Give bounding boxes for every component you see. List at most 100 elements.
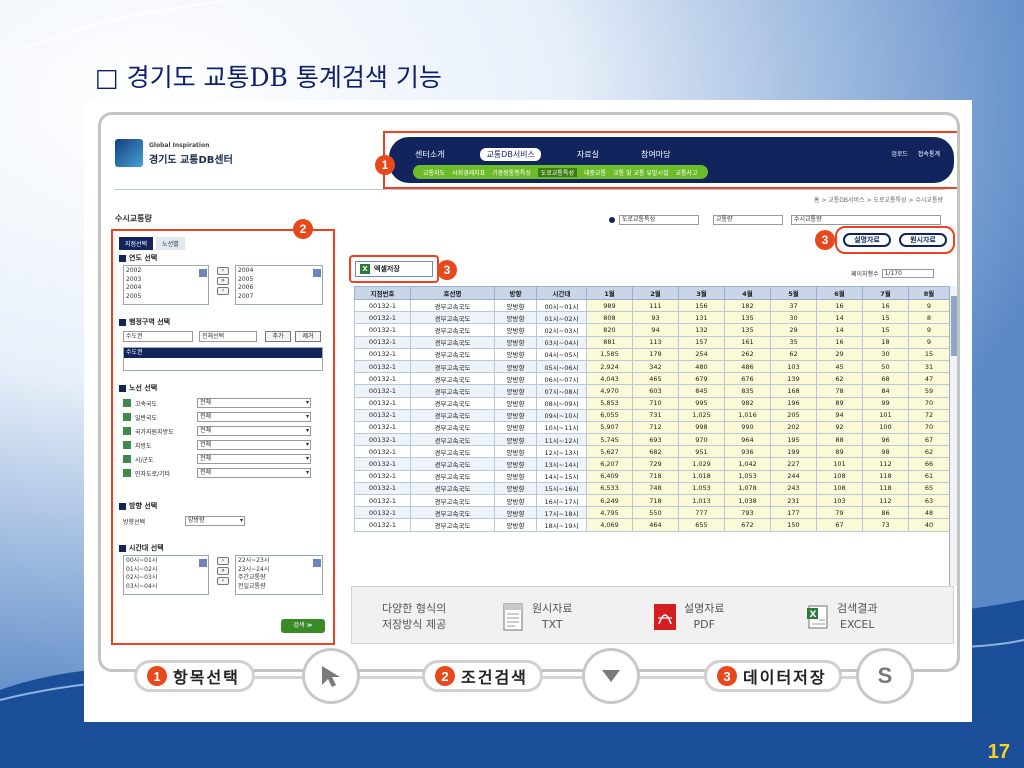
column-header[interactable]: 4월 — [724, 286, 771, 300]
table-cell: 00132-1 — [354, 298, 411, 313]
table-cell: 59 — [908, 384, 950, 398]
table-cell: 4,970 — [586, 384, 633, 398]
table-cell: 168 — [770, 384, 817, 398]
table-row[interactable]: 00132-1 경부고속국도 양방향 15시~16시 6,533 748 1,053 1,07… — [354, 481, 950, 496]
table-cell: 1,053 — [678, 481, 725, 496]
table-row[interactable]: 00132-1 경부고속국도 양방향 13시~14시 6,207 729 1,029 1,04… — [354, 457, 950, 471]
column-header[interactable]: 호선명 — [410, 286, 495, 300]
table-cell: 00132-1 — [354, 493, 411, 508]
step-2-label: 조건검색 — [461, 668, 528, 687]
table-cell: 00132-1 — [354, 384, 411, 398]
excel-format: EXCEL — [840, 618, 875, 631]
table-row[interactable]: 00132-1 경부고속국도 양방향 03시~04시 881 113 157 161 35 16 1… — [354, 335, 950, 349]
table-cell: 16 — [816, 298, 863, 313]
table-row[interactable]: 00132-1 경부고속국도 양방향 00시~01시 989 111 156 182 37 16 1… — [354, 298, 950, 313]
table-cell: 5,745 — [586, 433, 633, 447]
badge-1: 1 — [375, 155, 395, 175]
column-header[interactable]: 3월 — [678, 286, 725, 300]
column-header[interactable]: 5월 — [770, 286, 817, 300]
table-cell: 15시~16시 — [536, 481, 587, 496]
table-row[interactable]: 00132-1 경부고속국도 양방향 10시~11시 5,907 712 998 990 202… — [354, 420, 950, 435]
table-cell: 135 — [724, 323, 771, 337]
info-dot-icon — [609, 217, 615, 223]
screenshot-frame: Global Inspiration 경기도 교통DB센터 센터소개 교통DB서비… — [84, 100, 972, 722]
table-row[interactable]: 00132-1 경부고속국도 양방향 18시~19시 4,069 464 655 672 150… — [354, 518, 950, 532]
table-cell: 00132-1 — [354, 311, 411, 325]
step-1: 1 항목선택 — [134, 660, 255, 692]
table-cell: 00132-1 — [354, 335, 411, 349]
measure-select[interactable]: 교통량 — [713, 215, 783, 225]
table-row[interactable]: 00132-1 경부고속국도 양방향 01시~02시 808 93 131 135 30 14 15… — [354, 311, 950, 325]
table-row[interactable]: 00132-1 경부고속국도 양방향 07시~08시 4,970 603 845 835 168… — [354, 384, 950, 398]
table-cell: 35 — [770, 335, 817, 349]
column-header[interactable]: 방향 — [494, 286, 537, 300]
logo-subtitle: Global Inspiration — [149, 142, 210, 149]
table-cell: 02시~03시 — [536, 323, 587, 337]
save-pdf-option[interactable]: 설명자료 PDF — [654, 597, 724, 637]
table-cell: 92 — [816, 420, 863, 435]
table-cell: 777 — [678, 506, 725, 520]
save-intro-line2: 저장방식 제공 — [382, 618, 447, 631]
header-divider — [115, 189, 945, 190]
table-cell: 881 — [586, 335, 633, 349]
step-2: 2 조건검색 — [422, 660, 543, 692]
category-select[interactable]: 도로교통특성 — [619, 215, 699, 225]
table-cell: 103 — [770, 359, 817, 374]
table-row[interactable]: 00132-1 경부고속국도 양방향 05시~06시 2,924 342 480 486 103… — [354, 359, 950, 374]
table-cell: 경부고속국도 — [410, 311, 495, 325]
table-row[interactable]: 00132-1 경부고속국도 양방향 06시~07시 4,043 465 679 676 139… — [354, 372, 950, 386]
column-header[interactable]: 지점번호 — [354, 286, 411, 300]
save-excel-option[interactable]: X 검색결과 EXCEL — [807, 597, 877, 637]
table-cell: 08시~09시 — [536, 396, 587, 410]
table-cell: 00132-1 — [354, 396, 411, 410]
table-row[interactable]: 00132-1 경부고속국도 양방향 16시~17시 6,249 718 1,013 1,03… — [354, 493, 950, 508]
table-row[interactable]: 00132-1 경부고속국도 양방향 09시~10시 6,055 731 1,025 1,01… — [354, 408, 950, 422]
table-cell: 경부고속국도 — [410, 408, 495, 422]
txt-format: TXT — [541, 618, 563, 631]
table-cell: 00132-1 — [354, 506, 411, 520]
table-cell: 양방향 — [494, 298, 537, 313]
table-cell: 970 — [678, 433, 725, 447]
type-select[interactable]: 수시교통량 — [791, 215, 941, 225]
table-header-row: 지점번호 호선명 방향 시간대 1월 2월 3월 4월 5월 6월 7월 8월 — [354, 286, 950, 300]
table-cell: 양방향 — [494, 372, 537, 386]
column-header[interactable]: 2월 — [632, 286, 679, 300]
chevron-down-icon — [582, 648, 640, 704]
table-cell: 9 — [908, 323, 950, 337]
table-cell: 5,853 — [586, 396, 633, 410]
table-cell: 00132-1 — [354, 420, 411, 435]
table-cell: 78 — [816, 384, 863, 398]
table-cell: 경부고속국도 — [410, 493, 495, 508]
step-3: 3 데이터저장 — [704, 660, 842, 692]
table-cell: 48 — [908, 506, 950, 520]
table-cell: 경부고속국도 — [410, 347, 495, 361]
column-header[interactable]: 6월 — [816, 286, 863, 300]
column-header[interactable]: 1월 — [586, 286, 633, 300]
table-row[interactable]: 00132-1 경부고속국도 양방향 14시~15시 6,409 718 1,018 1,05… — [354, 469, 950, 483]
save-txt-option[interactable]: 원시자료 TXT — [502, 597, 572, 637]
table-cell: 37 — [770, 298, 817, 313]
table-cell: 양방향 — [494, 311, 537, 325]
table-cell: 93 — [632, 311, 679, 325]
slide-number: 17 — [987, 741, 1010, 763]
table-cell: 161 — [724, 335, 771, 349]
table-row[interactable]: 00132-1 경부고속국도 양방향 12시~13시 5,627 682 951 936 199… — [354, 445, 950, 459]
table-cell: 79 — [816, 506, 863, 520]
table-cell: 72 — [908, 408, 950, 422]
table-row[interactable]: 00132-1 경부고속국도 양방향 11시~12시 5,745 693 970 964 195… — [354, 433, 950, 447]
page-size-select[interactable]: 1/170 — [881, 269, 934, 278]
column-header[interactable]: 8월 — [908, 286, 950, 300]
table-row[interactable]: 00132-1 경부고속국도 양방향 02시~03시 820 94 132 135 29 14 15… — [354, 323, 950, 337]
scroll-thumb[interactable] — [951, 296, 957, 356]
column-header[interactable]: 시간대 — [536, 286, 587, 300]
table-row[interactable]: 00132-1 경부고속국도 양방향 17시~18시 4,795 550 777 793 177… — [354, 506, 950, 520]
table-cell: 67 — [816, 518, 863, 532]
table-cell: 14 — [816, 323, 863, 337]
table-row[interactable]: 00132-1 경부고속국도 양방향 04시~05시 1,585 179 254 262 62 2… — [354, 347, 950, 361]
table-scrollbar[interactable] — [949, 286, 957, 586]
column-header[interactable]: 7월 — [862, 286, 909, 300]
table-cell: 131 — [678, 311, 725, 325]
table-cell: 84 — [862, 384, 909, 398]
txt-document-icon — [503, 603, 523, 631]
table-row[interactable]: 00132-1 경부고속국도 양방향 08시~09시 5,853 710 995 982 196… — [354, 396, 950, 410]
